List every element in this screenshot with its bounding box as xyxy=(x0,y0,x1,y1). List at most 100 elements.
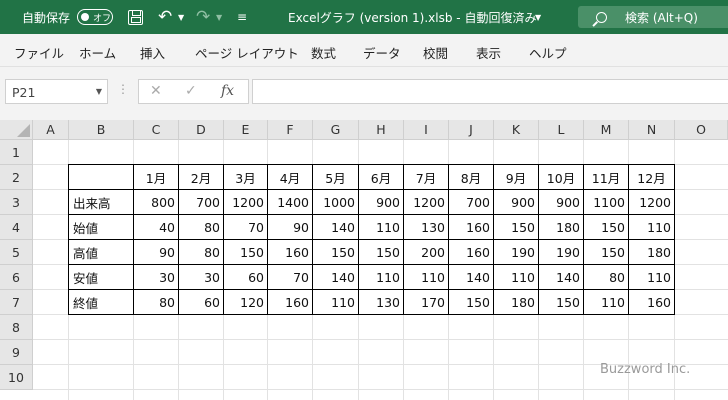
row-header-5[interactable]: 5 xyxy=(0,240,33,265)
row-label-cell[interactable]: 高値 xyxy=(69,240,134,265)
tab-insert[interactable]: 挿入 xyxy=(140,43,165,62)
value-cell[interactable]: 80 xyxy=(179,240,224,265)
value-cell[interactable]: 1200 xyxy=(404,190,449,215)
customize-qat-button[interactable]: ≡ xyxy=(237,0,247,34)
month-header-cell[interactable]: 4月 xyxy=(268,165,313,190)
value-cell[interactable]: 80 xyxy=(179,215,224,240)
value-cell[interactable]: 70 xyxy=(268,265,313,290)
value-cell[interactable]: 80 xyxy=(584,265,629,290)
column-header-h[interactable]: H xyxy=(359,120,404,140)
insert-function-icon[interactable]: fx xyxy=(221,83,234,99)
value-cell[interactable]: 110 xyxy=(584,290,629,315)
value-cell[interactable]: 700 xyxy=(179,190,224,215)
value-cell[interactable]: 130 xyxy=(404,215,449,240)
row-label-cell[interactable]: 安値 xyxy=(69,265,134,290)
value-cell[interactable]: 150 xyxy=(539,290,584,315)
value-cell[interactable]: 1200 xyxy=(224,190,268,215)
column-header-i[interactable]: I xyxy=(404,120,449,140)
cancel-icon[interactable]: ✕ xyxy=(150,83,162,99)
value-cell[interactable]: 900 xyxy=(359,190,404,215)
value-cell[interactable]: 190 xyxy=(539,240,584,265)
tab-formulas[interactable]: 数式 xyxy=(311,43,336,62)
value-cell[interactable]: 140 xyxy=(449,265,494,290)
value-cell[interactable]: 800 xyxy=(134,190,179,215)
undo-dropdown-icon[interactable]: ▼ xyxy=(178,0,184,34)
value-cell[interactable]: 150 xyxy=(449,290,494,315)
value-cell[interactable]: 180 xyxy=(539,215,584,240)
value-cell[interactable]: 150 xyxy=(313,240,359,265)
row-header-1[interactable]: 1 xyxy=(0,140,33,165)
value-cell[interactable]: 1400 xyxy=(268,190,313,215)
row-header-4[interactable]: 4 xyxy=(0,215,33,240)
column-header-k[interactable]: K xyxy=(494,120,539,140)
spreadsheet-grid[interactable]: ABCDEFGHIJKLMNO 1 2 3 4 5 6 7 8 9 10 1月 2月 3月 4月 5月 6月… xyxy=(0,120,728,400)
tab-home[interactable]: ホーム xyxy=(79,43,116,62)
value-cell[interactable]: 160 xyxy=(449,215,494,240)
autosave-toggle[interactable]: オフ xyxy=(77,9,113,25)
row-header-8[interactable]: 8 xyxy=(0,315,33,340)
value-cell[interactable]: 60 xyxy=(224,265,268,290)
value-cell[interactable]: 130 xyxy=(359,290,404,315)
value-cell[interactable]: 90 xyxy=(268,215,313,240)
value-cell[interactable]: 30 xyxy=(179,265,224,290)
row-header-3[interactable]: 3 xyxy=(0,190,33,215)
value-cell[interactable]: 150 xyxy=(224,240,268,265)
column-header-o[interactable]: O xyxy=(675,120,728,140)
column-header-d[interactable]: D xyxy=(179,120,224,140)
month-header-cell[interactable]: 3月 xyxy=(224,165,268,190)
value-cell[interactable]: 700 xyxy=(449,190,494,215)
row-header-10[interactable]: 10 xyxy=(0,365,33,390)
value-cell[interactable]: 140 xyxy=(313,215,359,240)
column-header-b[interactable]: B xyxy=(69,120,134,140)
formula-input[interactable] xyxy=(252,79,728,104)
value-cell[interactable]: 170 xyxy=(404,290,449,315)
month-header-cell[interactable]: 5月 xyxy=(313,165,359,190)
value-cell[interactable]: 70 xyxy=(224,215,268,240)
value-cell[interactable]: 120 xyxy=(224,290,268,315)
month-header-cell[interactable]: 1月 xyxy=(134,165,179,190)
column-header-m[interactable]: M xyxy=(584,120,629,140)
row-label-cell[interactable]: 始値 xyxy=(69,215,134,240)
value-cell[interactable]: 150 xyxy=(584,215,629,240)
value-cell[interactable]: 150 xyxy=(584,240,629,265)
row-header-9[interactable]: 9 xyxy=(0,340,33,365)
value-cell[interactable]: 1100 xyxy=(584,190,629,215)
tab-help[interactable]: ヘルプ xyxy=(529,43,567,62)
value-cell[interactable]: 110 xyxy=(359,215,404,240)
value-cell[interactable]: 110 xyxy=(629,265,675,290)
month-header-cell[interactable]: 11月 xyxy=(584,165,629,190)
value-cell[interactable]: 80 xyxy=(134,290,179,315)
column-header-c[interactable]: C xyxy=(134,120,179,140)
value-cell[interactable]: 160 xyxy=(629,290,675,315)
value-cell[interactable]: 160 xyxy=(268,240,313,265)
value-cell[interactable]: 200 xyxy=(404,240,449,265)
month-header-cell[interactable]: 7月 xyxy=(404,165,449,190)
table-corner-cell[interactable] xyxy=(69,165,134,190)
value-cell[interactable]: 140 xyxy=(539,265,584,290)
value-cell[interactable]: 900 xyxy=(494,190,539,215)
value-cell[interactable]: 60 xyxy=(179,290,224,315)
value-cell[interactable]: 110 xyxy=(404,265,449,290)
value-cell[interactable]: 160 xyxy=(268,290,313,315)
value-cell[interactable]: 1200 xyxy=(629,190,675,215)
chevron-down-icon[interactable]: ▼ xyxy=(96,87,102,96)
month-header-cell[interactable]: 2月 xyxy=(179,165,224,190)
column-header-a[interactable]: A xyxy=(33,120,69,140)
row-label-cell[interactable]: 終値 xyxy=(69,290,134,315)
save-icon[interactable] xyxy=(128,10,143,25)
month-header-cell[interactable]: 9月 xyxy=(494,165,539,190)
column-header-e[interactable]: E xyxy=(224,120,268,140)
search-box[interactable]: 検索 (Alt+Q) xyxy=(578,6,728,28)
row-header-2[interactable]: 2 xyxy=(0,165,33,190)
value-cell[interactable]: 150 xyxy=(494,215,539,240)
name-box[interactable]: P21 ▼ xyxy=(5,79,108,104)
value-cell[interactable]: 110 xyxy=(494,265,539,290)
select-all-button[interactable] xyxy=(0,120,33,140)
value-cell[interactable]: 190 xyxy=(494,240,539,265)
value-cell[interactable]: 40 xyxy=(134,215,179,240)
tab-review[interactable]: 校閲 xyxy=(423,43,448,62)
month-header-cell[interactable]: 8月 xyxy=(449,165,494,190)
value-cell[interactable]: 110 xyxy=(313,290,359,315)
value-cell[interactable]: 110 xyxy=(359,265,404,290)
value-cell[interactable]: 150 xyxy=(359,240,404,265)
